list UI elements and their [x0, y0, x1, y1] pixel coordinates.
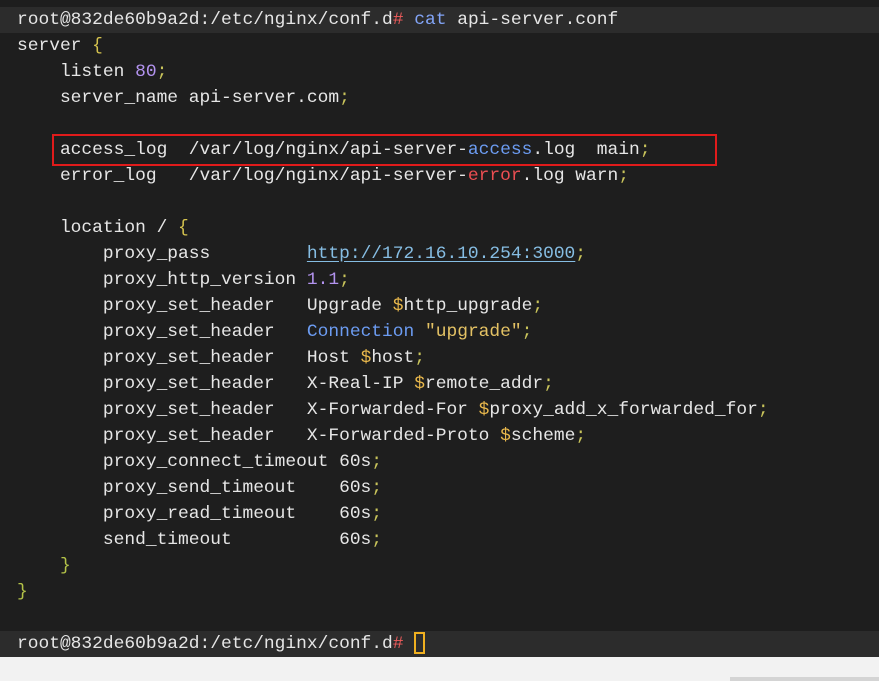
line-token: 80 — [135, 62, 157, 82]
line-token: ; — [414, 348, 426, 368]
line-token: .log warn — [521, 166, 619, 186]
line-token: proxy_pass — [17, 244, 307, 264]
line-token: ; — [639, 140, 651, 160]
line-token: { — [178, 218, 189, 238]
taskbar-edge — [730, 677, 879, 681]
line-token: ; — [618, 166, 629, 186]
terminal-window[interactable]: root@832de60b9a2d:/etc/nginx/conf.d# cat… — [0, 0, 879, 657]
prompt-line[interactable]: root@832de60b9a2d:/etc/nginx/conf.d# — [0, 631, 879, 657]
output-line: } — [0, 553, 879, 579]
line-token: "upgrade" — [414, 322, 522, 342]
line-token: ; — [339, 270, 350, 290]
line-token: ; — [575, 426, 587, 446]
line-token: ; — [156, 62, 168, 82]
line-token: listen — [17, 62, 136, 82]
line-token: ; — [371, 530, 383, 550]
line-token: server_name api-server.com — [17, 88, 340, 108]
output-line: proxy_set_header Upgrade $http_upgrade; — [0, 293, 879, 319]
output-line: access_log /var/log/nginx/api-server-acc… — [0, 137, 879, 163]
line-token: ; — [371, 478, 383, 498]
prompt-token: # — [392, 10, 415, 30]
text-cursor — [414, 632, 426, 655]
prompt-token: root@832de60b9a2d:/etc/nginx/conf.d — [17, 10, 393, 30]
output-line: server_name api-server.com; — [0, 85, 879, 111]
line-token: proxy_connect_timeout 60s — [17, 452, 372, 472]
line-token: host — [371, 348, 415, 368]
output-line: proxy_http_version 1.1; — [0, 267, 879, 293]
prompt-token: root@832de60b9a2d:/etc/nginx/conf.d — [17, 634, 393, 654]
line-token: } — [17, 582, 28, 602]
prompt-token: api-server.conf — [446, 10, 619, 30]
line-token: ; — [521, 322, 533, 342]
output-line: proxy_read_timeout 60s; — [0, 501, 879, 527]
line-token: proxy_set_header X-Real-IP — [17, 374, 415, 394]
line-token: send_timeout 60s — [17, 530, 372, 550]
line-token: proxy_add_x_forwarded_for — [489, 400, 758, 420]
line-token: http_upgrade — [403, 296, 533, 316]
output-line: proxy_connect_timeout 60s; — [0, 449, 879, 475]
output-line: proxy_set_header X-Forwarded-For $proxy_… — [0, 397, 879, 423]
line-token: $ — [392, 296, 404, 316]
line-token: Connection — [306, 322, 415, 342]
terminal-output: root@832de60b9a2d:/etc/nginx/conf.d# cat… — [0, 7, 879, 657]
output-line: proxy_set_header Host $host; — [0, 345, 879, 371]
line-token: access — [467, 140, 533, 160]
prompt-line: root@832de60b9a2d:/etc/nginx/conf.d# cat… — [0, 7, 879, 33]
output-line: proxy_pass http://172.16.10.254:3000; — [0, 241, 879, 267]
line-token: error — [467, 166, 522, 186]
line-token: proxy_set_header X-Forwarded-For — [17, 400, 479, 420]
line-token: $ — [478, 400, 490, 420]
line-token: proxy_send_timeout 60s — [17, 478, 372, 498]
output-line: server { — [0, 33, 879, 59]
output-line: send_timeout 60s; — [0, 527, 879, 553]
line-token: ; — [757, 400, 769, 420]
line-token: $ — [360, 348, 372, 368]
line-token: proxy_read_timeout 60s — [17, 504, 372, 524]
line-token: $ — [500, 426, 511, 446]
output-line: proxy_set_header Connection "upgrade"; — [0, 319, 879, 345]
line-token: .log main — [532, 140, 640, 160]
line-token: ; — [371, 452, 383, 472]
line-token: scheme — [510, 426, 576, 446]
output-line: error_log /var/log/nginx/api-server-erro… — [0, 163, 879, 189]
prompt-token: cat — [414, 10, 447, 30]
prompt-token: # — [392, 634, 415, 654]
line-token: ; — [532, 296, 544, 316]
line-token: proxy_http_version — [17, 270, 307, 290]
line-token: { — [92, 36, 103, 56]
url-link[interactable]: http://172.16.10.254:3000 — [307, 244, 575, 264]
line-token: } — [17, 556, 71, 576]
line-token: ; — [575, 244, 587, 264]
output-line: } — [0, 579, 879, 605]
line-token: server — [17, 36, 93, 56]
bottom-strip — [0, 657, 879, 681]
line-token: ; — [339, 88, 350, 108]
output-line: listen 80; — [0, 59, 879, 85]
line-token: ; — [543, 374, 554, 394]
output-line: proxy_set_header X-Real-IP $remote_addr; — [0, 371, 879, 397]
output-line: proxy_set_header X-Forwarded-Proto $sche… — [0, 423, 879, 449]
line-token: remote_addr — [425, 374, 544, 394]
output-line: proxy_send_timeout 60s; — [0, 475, 879, 501]
line-token: access_log /var/log/nginx/api-server- — [17, 140, 468, 160]
line-token: ; — [371, 504, 383, 524]
line-token: proxy_set_header — [17, 322, 307, 342]
line-token: 1.1 — [306, 270, 340, 290]
line-token: proxy_set_header Host — [17, 348, 361, 368]
line-token: $ — [414, 374, 425, 394]
line-token: proxy_set_header Upgrade — [17, 296, 393, 316]
output-line: location / { — [0, 215, 879, 241]
line-token: error_log /var/log/nginx/api-server- — [17, 166, 468, 186]
line-token: proxy_set_header X-Forwarded-Proto — [17, 426, 501, 446]
line-token: location / — [17, 218, 179, 238]
